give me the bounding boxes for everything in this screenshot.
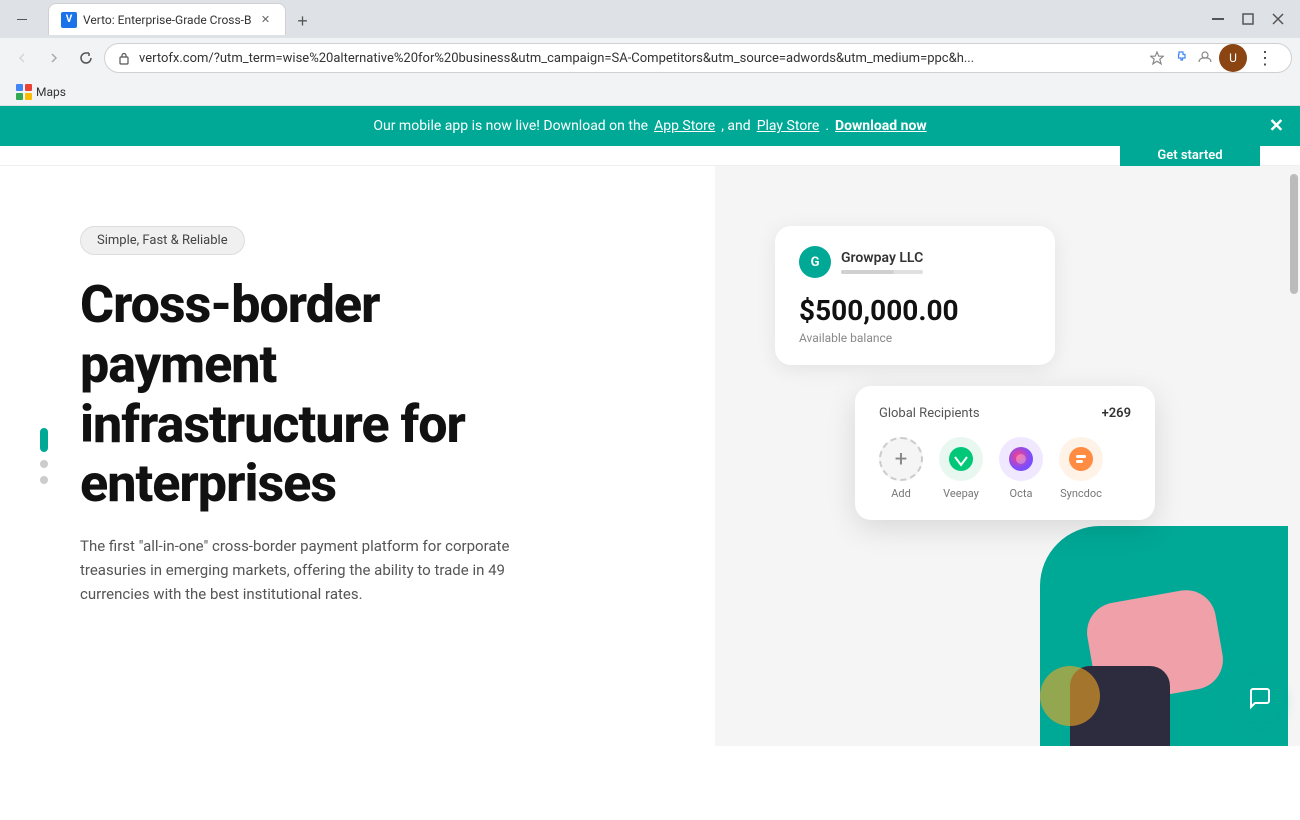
- bookmarks-bar: Maps: [0, 78, 1300, 106]
- scrollbar-thumb[interactable]: [1290, 174, 1298, 294]
- recipients-title: Global Recipients: [879, 406, 980, 421]
- recipients-count: +269: [1102, 406, 1131, 421]
- hero-badge: Simple, Fast & Reliable: [80, 226, 245, 255]
- deco-orange-shape: [1040, 666, 1100, 726]
- reload-button[interactable]: [72, 44, 100, 72]
- maximize-button[interactable]: [1234, 5, 1262, 33]
- recipients-header: Global Recipients +269: [879, 406, 1131, 421]
- progress-bar-fill: [841, 270, 894, 274]
- add-recipient-label: Add: [891, 487, 911, 500]
- banner-close-button[interactable]: ✕: [1269, 116, 1284, 137]
- bookmark-maps[interactable]: Maps: [8, 82, 74, 102]
- hero-left: Simple, Fast & Reliable Cross-border pay…: [0, 166, 715, 746]
- profile-menu-icon[interactable]: [1195, 48, 1215, 68]
- scroll-indicator: [40, 428, 48, 484]
- balance-card: G Growpay LLC $500,000.00 Available bala…: [775, 226, 1055, 365]
- minimize-button[interactable]: [1204, 5, 1232, 33]
- window-controls: [1204, 5, 1292, 33]
- active-tab[interactable]: V Verto: Enterprise-Grade Cross-B ✕: [48, 3, 286, 35]
- hero-right: G Growpay LLC $500,000.00 Available bala…: [715, 166, 1300, 746]
- banner-separator: , and: [721, 118, 750, 134]
- veepay-icon: [939, 437, 983, 481]
- hero-title: Cross-border payment infrastructure for …: [80, 275, 675, 514]
- dashboard-area: G Growpay LLC $500,000.00 Available bala…: [775, 226, 1195, 365]
- security-icon: [117, 51, 131, 65]
- back-button[interactable]: [8, 44, 36, 72]
- forward-button[interactable]: [40, 44, 68, 72]
- tab-title: Verto: Enterprise-Grade Cross-B: [83, 13, 251, 27]
- tab-bar: V Verto: Enterprise-Grade Cross-B ✕ +: [48, 3, 1200, 35]
- new-tab-button[interactable]: +: [288, 7, 316, 35]
- hero-section: Simple, Fast & Reliable Cross-border pay…: [0, 166, 1300, 746]
- address-bar[interactable]: vertofx.com/?utm_term=wise%20alternative…: [104, 43, 1292, 73]
- extension-icon[interactable]: [1171, 48, 1191, 68]
- address-bar-row: vertofx.com/?utm_term=wise%20alternative…: [0, 38, 1300, 78]
- bookmark-star-icon[interactable]: [1147, 48, 1167, 68]
- play-store-link[interactable]: Play Store: [757, 118, 820, 134]
- balance-label: Available balance: [799, 331, 1031, 345]
- recipients-card: Global Recipients +269 + Add: [855, 386, 1155, 520]
- navbar-partial: Get started: [0, 146, 1300, 166]
- tab-close-button[interactable]: ✕: [257, 12, 273, 28]
- url-text: vertofx.com/?utm_term=wise%20alternative…: [139, 51, 1139, 66]
- browser-scrollbar[interactable]: [1288, 166, 1300, 746]
- syncdoc-label: Syncdoc: [1060, 487, 1102, 500]
- company-name: Growpay LLC: [841, 250, 923, 266]
- octa-recipient-item: Octa: [999, 437, 1043, 500]
- more-options-button[interactable]: ⋮: [1251, 44, 1279, 72]
- chat-button[interactable]: [1236, 674, 1284, 722]
- maps-favicon: [16, 84, 32, 100]
- company-logo: G: [799, 246, 831, 278]
- company-row: G Growpay LLC: [799, 246, 1031, 278]
- scroll-dot-2: [40, 460, 48, 468]
- scroll-dot-1: [40, 428, 48, 452]
- banner-text: Our mobile app is now live! Download on …: [373, 118, 648, 134]
- browser-window: V Verto: Enterprise-Grade Cross-B ✕ +: [0, 0, 1300, 820]
- page-content: Our mobile app is now live! Download on …: [0, 106, 1300, 820]
- octa-icon: [999, 437, 1043, 481]
- recipients-icons: + Add: [879, 437, 1131, 500]
- app-store-link[interactable]: App Store: [654, 118, 715, 134]
- veepay-recipient-item: Veepay: [939, 437, 983, 500]
- veepay-label: Veepay: [943, 487, 979, 500]
- download-now-link[interactable]: Download now: [835, 118, 927, 134]
- hero-description: The first "all-in-one" cross-border paym…: [80, 534, 560, 606]
- tab-favicon: V: [61, 12, 77, 28]
- octa-label: Octa: [1010, 487, 1033, 500]
- browser-nav-controls: [8, 5, 36, 33]
- banner-period: .: [825, 118, 829, 134]
- chrome-minimize-button[interactable]: [8, 5, 36, 33]
- add-recipient-item[interactable]: + Add: [879, 437, 923, 500]
- add-recipient-icon[interactable]: +: [879, 437, 923, 481]
- progress-bar-container: [841, 270, 923, 274]
- bookmark-maps-label: Maps: [36, 85, 66, 99]
- balance-amount: $500,000.00: [799, 294, 1031, 327]
- announcement-banner: Our mobile app is now live! Download on …: [0, 106, 1300, 146]
- syncdoc-recipient-item: Syncdoc: [1059, 437, 1103, 500]
- profile-avatar[interactable]: U: [1219, 44, 1247, 72]
- close-window-button[interactable]: [1264, 5, 1292, 33]
- scroll-dot-3: [40, 476, 48, 484]
- syncdoc-icon: [1059, 437, 1103, 481]
- browser-title-bar: V Verto: Enterprise-Grade Cross-B ✕ +: [0, 0, 1300, 38]
- address-bar-icons: U ⋮: [1147, 44, 1279, 72]
